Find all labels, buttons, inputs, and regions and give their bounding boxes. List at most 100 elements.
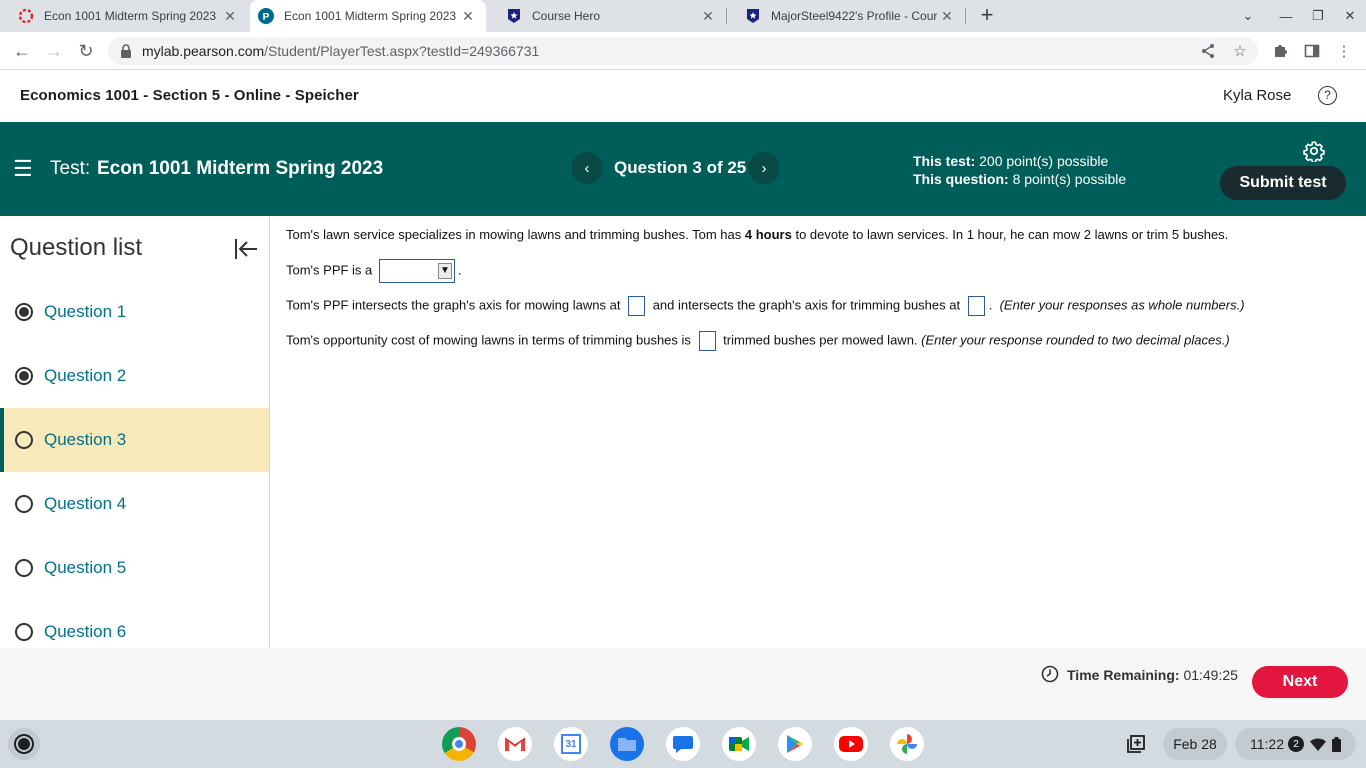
close-icon[interactable]: ✕ bbox=[220, 8, 240, 25]
question-list-item-3[interactable]: Question 3 bbox=[0, 408, 269, 472]
this-question-value: 8 point(s) possible bbox=[1012, 171, 1127, 187]
youtube-icon[interactable] bbox=[834, 727, 868, 761]
trimming-axis-input[interactable] bbox=[967, 296, 985, 316]
intro-text: Tom's lawn service specializes in mowing… bbox=[286, 227, 745, 242]
question-label: Question 3 bbox=[44, 430, 127, 449]
notification-count-badge: 2 bbox=[1288, 736, 1304, 752]
tab-title: Econ 1001 Midterm Spring 2023 bbox=[44, 9, 217, 23]
url-path: /Student/PlayerTest.aspx?testId=24936673… bbox=[264, 43, 540, 59]
browser-tab-3[interactable]: Course Hero ✕ bbox=[488, 0, 726, 32]
pearson-p-icon: P bbox=[258, 8, 274, 24]
question-list-item-2[interactable]: Question 2 bbox=[0, 344, 269, 408]
close-icon[interactable]: ✕ bbox=[937, 8, 957, 25]
answered-radio-icon bbox=[15, 303, 33, 321]
intro-text-end: to devote to lawn services. In 1 hour, h… bbox=[791, 227, 1229, 242]
unanswered-radio-icon bbox=[15, 495, 33, 513]
unanswered-radio-icon bbox=[15, 623, 33, 641]
tab-separator bbox=[965, 8, 966, 24]
test-name: Econ 1001 Midterm Spring 2023 bbox=[97, 158, 384, 179]
minimize-icon[interactable]: — bbox=[1271, 0, 1301, 32]
question-list-item-4[interactable]: Question 4 bbox=[0, 472, 269, 536]
status-tray[interactable]: 11:22 2 bbox=[1235, 728, 1356, 760]
wifi-icon bbox=[1310, 737, 1326, 751]
side-panel-icon[interactable] bbox=[1302, 41, 1322, 61]
question-label: Question 2 bbox=[44, 366, 127, 385]
photos-icon[interactable] bbox=[890, 727, 924, 761]
meet-icon[interactable] bbox=[722, 727, 756, 761]
extensions-icon[interactable] bbox=[1270, 41, 1290, 61]
browser-tab-2[interactable]: P Econ 1001 Midterm Spring 2023 ✕ bbox=[250, 0, 486, 32]
play-store-icon[interactable] bbox=[778, 727, 812, 761]
time-remaining-label: Time Remaining: bbox=[1067, 667, 1180, 683]
opportunity-text-1: Tom's opportunity cost of mowing lawns i… bbox=[286, 332, 691, 348]
tab-search-icon[interactable]: ⌄ bbox=[1233, 0, 1263, 32]
new-tab-icon[interactable]: + bbox=[976, 4, 998, 28]
share-icon[interactable] bbox=[1198, 41, 1218, 61]
date-tray[interactable]: Feb 28 bbox=[1163, 728, 1227, 760]
lock-icon bbox=[121, 44, 131, 58]
tab-title: MajorSteel9422's Profile - Cours bbox=[771, 9, 937, 23]
gmail-icon[interactable] bbox=[498, 727, 532, 761]
opportunity-cost-input[interactable] bbox=[698, 331, 716, 351]
unanswered-radio-icon bbox=[15, 559, 33, 577]
collapse-sidebar-icon[interactable] bbox=[233, 236, 259, 262]
gear-icon[interactable] bbox=[1303, 140, 1325, 162]
next-question-button[interactable]: › bbox=[748, 152, 780, 184]
browser-tab-1[interactable]: Econ 1001 Midterm Spring 2023 ✕ bbox=[0, 0, 248, 32]
opportunity-text-2: trimmed bushes per mowed lawn. bbox=[723, 332, 918, 348]
calendar-icon[interactable]: 31 bbox=[554, 727, 588, 761]
question-counter[interactable]: Question 3 of 25 bbox=[614, 158, 746, 178]
more-menu-icon[interactable]: ⋮ bbox=[1334, 41, 1354, 61]
coursehero-icon bbox=[745, 8, 761, 24]
axis-period-text: . bbox=[988, 297, 993, 313]
battery-icon bbox=[1332, 736, 1341, 752]
ppf-type-dropdown[interactable]: ▼ bbox=[378, 259, 455, 283]
clock-icon bbox=[1041, 665, 1059, 683]
question-content: Tom's lawn service specializes in mowing… bbox=[286, 216, 1356, 648]
question-list-item-6[interactable]: Question 6 bbox=[0, 600, 269, 648]
sidebar-heading: Question list bbox=[10, 234, 143, 261]
menu-icon[interactable]: ☰ bbox=[13, 158, 33, 180]
time-remaining-value: 01:49:25 bbox=[1183, 667, 1238, 683]
restore-icon[interactable]: ❐ bbox=[1303, 0, 1333, 32]
chrome-icon[interactable] bbox=[442, 727, 476, 761]
launcher-icon[interactable] bbox=[8, 728, 40, 760]
question-list-item-5[interactable]: Question 5 bbox=[0, 536, 269, 600]
axis-intercept-line: Tom's PPF intersects the graph's axis fo… bbox=[286, 296, 1245, 316]
unanswered-radio-icon bbox=[15, 431, 33, 449]
ppf-type-text: Tom's PPF is a bbox=[286, 262, 373, 278]
points-info: This test: 200 point(s) possible This qu… bbox=[913, 152, 1126, 188]
question-label: Question 5 bbox=[44, 558, 127, 577]
axis-text-2: and intersects the graph's axis for trim… bbox=[652, 297, 961, 313]
help-icon[interactable]: ? bbox=[1318, 86, 1337, 105]
this-test-label: This test: bbox=[913, 153, 976, 169]
screen-capture-icon[interactable] bbox=[1119, 727, 1153, 761]
clock-time: 11:22 bbox=[1250, 736, 1284, 752]
svg-text:P: P bbox=[263, 12, 270, 23]
previous-question-button[interactable]: ‹ bbox=[571, 152, 603, 184]
this-question-label: This question: bbox=[913, 171, 1009, 187]
close-icon[interactable]: ✕ bbox=[458, 8, 478, 25]
address-bar[interactable]: mylab.pearson.com/Student/PlayerTest.asp… bbox=[108, 37, 1258, 65]
calendar-day: 31 bbox=[561, 734, 581, 754]
course-title: Economics 1001 - Section 5 - Online - Sp… bbox=[20, 87, 359, 104]
browser-tab-4[interactable]: MajorSteel9422's Profile - Cours ✕ bbox=[727, 0, 965, 32]
tab-title: Econ 1001 Midterm Spring 2023 bbox=[284, 9, 457, 23]
close-icon[interactable]: ✕ bbox=[698, 8, 718, 25]
chat-icon[interactable] bbox=[666, 727, 700, 761]
bookmark-star-icon[interactable]: ☆ bbox=[1230, 41, 1250, 61]
next-button[interactable]: Next bbox=[1252, 666, 1348, 698]
submit-test-button[interactable]: Submit test bbox=[1220, 166, 1346, 200]
files-icon[interactable] bbox=[610, 727, 644, 761]
url-host: mylab.pearson.com bbox=[142, 43, 265, 59]
browser-tab-strip: Econ 1001 Midterm Spring 2023 ✕ P Econ 1… bbox=[0, 0, 1366, 32]
reload-icon[interactable]: ↻ bbox=[74, 39, 98, 63]
mowing-axis-input[interactable] bbox=[628, 296, 646, 316]
user-name[interactable]: Kyla Rose bbox=[1223, 87, 1291, 104]
back-arrow-icon[interactable]: ← bbox=[10, 39, 34, 63]
question-list-item-1[interactable]: Question 1 bbox=[0, 280, 269, 344]
chevron-left-icon: ‹ bbox=[584, 159, 590, 177]
forward-arrow-icon[interactable]: → bbox=[42, 39, 66, 63]
test-footer: Time Remaining: 01:49:25 Next bbox=[0, 648, 1366, 720]
close-window-icon[interactable]: ✕ bbox=[1335, 0, 1365, 32]
